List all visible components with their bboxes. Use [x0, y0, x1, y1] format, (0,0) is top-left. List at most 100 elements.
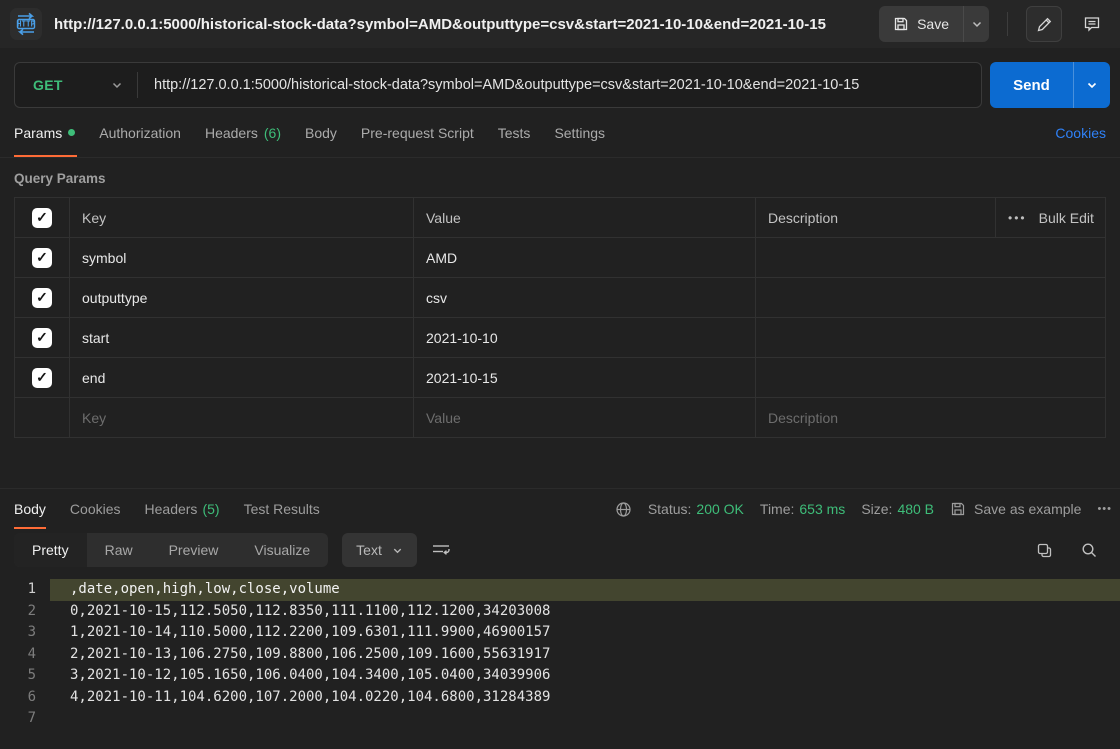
chevron-down-icon — [111, 79, 123, 91]
line-content: 2,2021-10-13,106.2750,109.8800,106.2500,… — [50, 644, 1120, 666]
tab-authorization-label: Authorization — [99, 125, 181, 141]
line-number: 3 — [0, 622, 50, 644]
send-button[interactable]: Send — [990, 62, 1073, 108]
response-tab-test-results-label: Test Results — [244, 501, 320, 517]
url-input[interactable] — [138, 63, 981, 107]
size-badge: Size:480 B — [861, 501, 934, 517]
param-key[interactable]: symbol — [70, 238, 414, 277]
select-all-checkbox[interactable]: ✓ — [32, 208, 52, 228]
pencil-icon — [1036, 16, 1053, 33]
view-preview-button[interactable]: Preview — [151, 533, 237, 567]
param-key[interactable]: outputtype — [70, 278, 414, 317]
tab-body[interactable]: Body — [293, 108, 349, 157]
param-value[interactable]: AMD — [414, 238, 756, 277]
line-content: ,date,open,high,low,close,volume — [50, 579, 1120, 601]
comment-icon — [1083, 15, 1101, 33]
save-icon — [893, 16, 909, 32]
topbar-divider — [1007, 12, 1008, 36]
line-content: 3,2021-10-12,105.1650,106.0400,104.3400,… — [50, 665, 1120, 687]
wrap-lines-button[interactable] — [431, 542, 451, 558]
save-as-example-button[interactable]: Save as example — [950, 501, 1081, 517]
response-tab-cookies-label: Cookies — [70, 501, 121, 517]
search-icon — [1081, 542, 1098, 559]
method-selector[interactable]: GET — [15, 63, 137, 107]
response-more-options-icon[interactable]: ••• — [1097, 503, 1112, 515]
param-description[interactable] — [756, 238, 1105, 277]
tab-settings[interactable]: Settings — [542, 108, 617, 157]
search-response-button[interactable] — [1081, 542, 1098, 559]
row-checkbox[interactable]: ✓ — [32, 248, 52, 268]
description-column-header: Description — [756, 198, 996, 237]
save-button-label: Save — [917, 16, 949, 32]
response-tab-test-results[interactable]: Test Results — [232, 489, 332, 529]
chevron-down-icon — [392, 545, 403, 556]
value-column-header: Value — [414, 198, 756, 237]
headers-count: (6) — [264, 125, 281, 141]
request-builder: GET Send — [0, 48, 1120, 108]
send-options-caret[interactable] — [1073, 62, 1110, 108]
response-pane: Body Cookies Headers (5) Test Results St… — [0, 488, 1120, 730]
param-description[interactable] — [756, 358, 1105, 397]
new-param-value-input[interactable] — [426, 410, 743, 426]
tab-pre-request-script[interactable]: Pre-request Script — [349, 108, 486, 157]
row-checkbox[interactable]: ✓ — [32, 368, 52, 388]
new-param-description-input[interactable] — [768, 410, 1093, 426]
tab-params[interactable]: Params — [14, 108, 87, 157]
param-key[interactable]: end — [70, 358, 414, 397]
status-badge: Status:200 OK — [648, 501, 744, 517]
send-split-button: Send — [990, 62, 1110, 108]
response-tab-body[interactable]: Body — [14, 489, 58, 529]
tab-tests[interactable]: Tests — [486, 108, 543, 157]
line-number: 2 — [0, 601, 50, 623]
view-visualize-button[interactable]: Visualize — [236, 533, 328, 567]
save-options-caret[interactable] — [963, 6, 989, 42]
code-line: 1 ,date,open,high,low,close,volume — [0, 579, 1120, 601]
param-value[interactable]: 2021-10-15 — [414, 358, 756, 397]
param-value[interactable]: csv — [414, 278, 756, 317]
line-number: 1 — [0, 579, 50, 601]
param-row-start: ✓ start 2021-10-10 — [15, 318, 1105, 358]
tab-headers[interactable]: Headers (6) — [193, 108, 293, 157]
method-label: GET — [33, 77, 63, 93]
param-description[interactable] — [756, 278, 1105, 317]
code-line: 5 3,2021-10-12,105.1650,106.0400,104.340… — [0, 665, 1120, 687]
response-tab-headers[interactable]: Headers (5) — [133, 489, 232, 529]
query-params-title: Query Params — [0, 158, 1120, 197]
http-request-icon: HTTP — [10, 8, 42, 40]
key-column-header: Key — [70, 198, 414, 237]
format-dropdown[interactable]: Text — [342, 533, 417, 567]
param-description[interactable] — [756, 318, 1105, 357]
format-label: Text — [356, 542, 382, 558]
tab-tests-label: Tests — [498, 125, 531, 141]
line-number: 6 — [0, 687, 50, 709]
more-options-icon[interactable]: ••• — [1008, 211, 1027, 225]
code-line: 2 0,2021-10-15,112.5050,112.8350,111.110… — [0, 601, 1120, 623]
code-line: 3 1,2021-10-14,110.5000,112.2200,109.630… — [0, 622, 1120, 644]
view-raw-button[interactable]: Raw — [87, 533, 151, 567]
globe-icon[interactable] — [615, 501, 632, 518]
param-value[interactable]: 2021-10-10 — [414, 318, 756, 357]
code-line: 7 — [0, 708, 1120, 730]
row-checkbox[interactable]: ✓ — [32, 328, 52, 348]
response-tabs: Body Cookies Headers (5) Test Results St… — [0, 489, 1120, 529]
tab-authorization[interactable]: Authorization — [87, 108, 193, 157]
response-body-viewer[interactable]: 1 ,date,open,high,low,close,volume 2 0,2… — [0, 575, 1120, 730]
comments-button[interactable] — [1074, 6, 1110, 42]
copy-button[interactable] — [1036, 542, 1053, 559]
tab-pre-request-script-label: Pre-request Script — [361, 125, 474, 141]
query-params-table: ✓ Key Value Description ••• Bulk Edit ✓ … — [14, 197, 1106, 438]
line-content — [50, 708, 1120, 730]
edit-button[interactable] — [1026, 6, 1062, 42]
param-key[interactable]: start — [70, 318, 414, 357]
bulk-edit-button[interactable]: Bulk Edit — [1039, 210, 1094, 226]
code-line: 4 2,2021-10-13,106.2750,109.8800,106.250… — [0, 644, 1120, 666]
view-pretty-button[interactable]: Pretty — [14, 533, 87, 567]
chevron-down-icon — [1086, 79, 1098, 91]
row-checkbox[interactable]: ✓ — [32, 288, 52, 308]
new-param-key-input[interactable] — [82, 410, 401, 426]
line-number: 5 — [0, 665, 50, 687]
line-content: 1,2021-10-14,110.5000,112.2200,109.6301,… — [50, 622, 1120, 644]
cookies-link[interactable]: Cookies — [1055, 108, 1106, 157]
response-tab-cookies[interactable]: Cookies — [58, 489, 133, 529]
save-button[interactable]: Save — [879, 6, 963, 42]
